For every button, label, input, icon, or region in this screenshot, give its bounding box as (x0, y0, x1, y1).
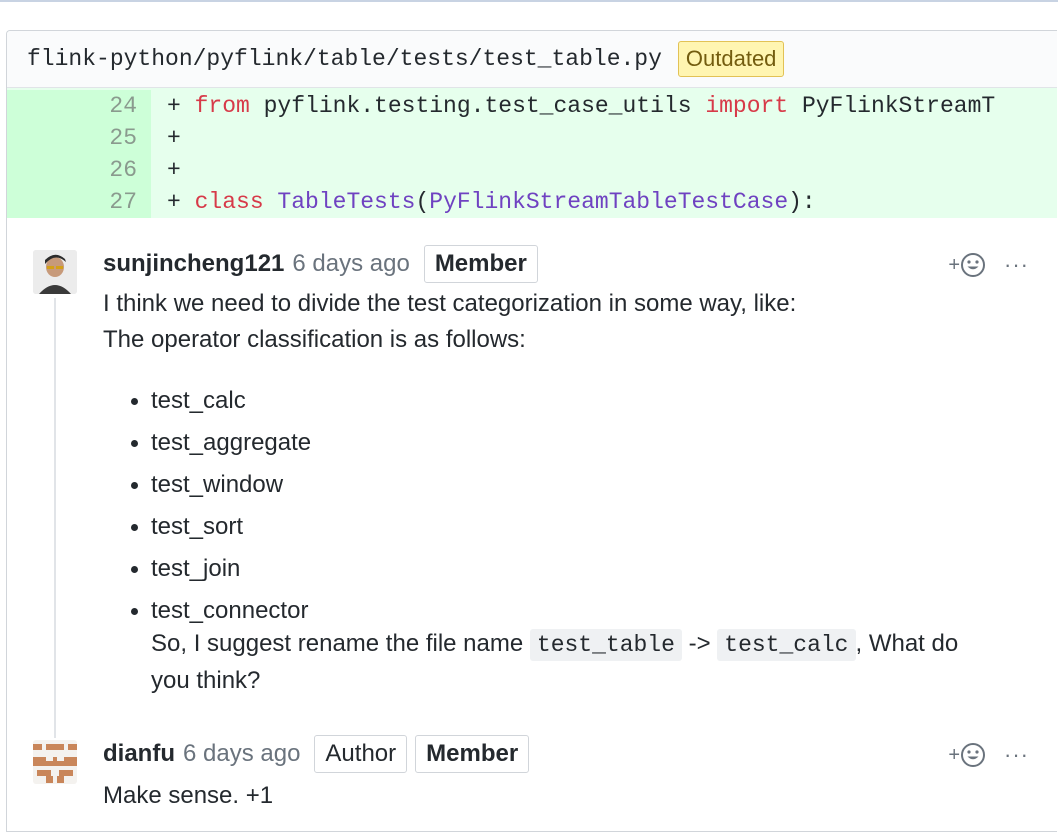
comment-text: The operator classification is as follow… (103, 326, 526, 353)
line-number[interactable]: 25 (7, 122, 151, 154)
list-item: test_connector So, I suggest rename the … (151, 590, 1003, 699)
list-item: test_sort (151, 506, 1003, 548)
comment-thread: sunjincheng121 6 days ago Member + ··· I… (7, 218, 1057, 818)
avatar[interactable] (33, 250, 77, 294)
code-line: + class TableTests(PyFlinkStreamTableTes… (167, 189, 816, 215)
code-line: + (167, 157, 181, 183)
comment-actions: + ··· (948, 742, 1029, 768)
timeline-line (54, 298, 56, 738)
add-reaction-button[interactable]: + (948, 252, 986, 278)
smiley-icon (961, 253, 986, 277)
more-options-icon[interactable]: ··· (1004, 742, 1029, 768)
review-thread-panel: flink-python/pyflink/table/tests/test_ta… (6, 30, 1057, 832)
file-header: flink-python/pyflink/table/tests/test_ta… (7, 31, 1057, 88)
comment-body: Make sense. +1 (103, 778, 273, 814)
line-number[interactable]: 26 (7, 154, 151, 186)
code-line: + from pyflink.testing.test_case_utils i… (167, 93, 996, 119)
comment-author[interactable]: sunjincheng121 (103, 250, 284, 278)
diff-line: 24 + from pyflink.testing.test_case_util… (7, 90, 1057, 122)
comment-actions: + ··· (948, 252, 1029, 278)
inline-code: test_calc (717, 629, 856, 661)
comment-author[interactable]: dianfu (103, 740, 175, 768)
code-line: + (167, 125, 181, 151)
member-badge: Member (415, 735, 530, 773)
comment-header: sunjincheng121 6 days ago Member (103, 244, 538, 284)
diff-line: 26 + (7, 154, 1057, 186)
more-options-icon[interactable]: ··· (1004, 252, 1029, 278)
add-reaction-button[interactable]: + (948, 742, 986, 768)
list-item: test_calc (151, 380, 1003, 422)
comment-timestamp[interactable]: 6 days ago (183, 740, 300, 768)
avatar[interactable] (33, 740, 77, 784)
member-badge: Member (423, 245, 538, 283)
comment-text: Make sense. +1 (103, 782, 274, 809)
file-path-link[interactable]: flink-python/pyflink/table/tests/test_ta… (27, 46, 662, 72)
diff-snippet: 24 + from pyflink.testing.test_case_util… (7, 88, 1057, 218)
line-number[interactable]: 24 (7, 90, 151, 122)
diff-line: 27 + class TableTests(PyFlinkStreamTable… (7, 186, 1057, 218)
comment-header: dianfu 6 days ago Author Member (103, 734, 530, 774)
inline-code: test_table (529, 629, 682, 661)
diff-line: 25 + (7, 122, 1057, 154)
smiley-icon (961, 743, 986, 767)
operator-list: test_calc test_aggregate test_window tes… (103, 380, 1003, 699)
comment-timestamp[interactable]: 6 days ago (292, 250, 409, 278)
comment-text: I think we need to divide the test categ… (103, 290, 797, 317)
list-item: test_window (151, 464, 1003, 506)
author-badge: Author (314, 735, 408, 773)
comment-body: I think we need to divide the test categ… (103, 286, 1003, 699)
line-number[interactable]: 27 (7, 186, 151, 218)
outdated-badge: Outdated (677, 41, 785, 77)
list-item: test_aggregate (151, 422, 1003, 464)
suggestion-text: So, I suggest rename the file name test_… (151, 629, 959, 694)
top-divider (0, 0, 1058, 2)
list-item: test_join (151, 548, 1003, 590)
